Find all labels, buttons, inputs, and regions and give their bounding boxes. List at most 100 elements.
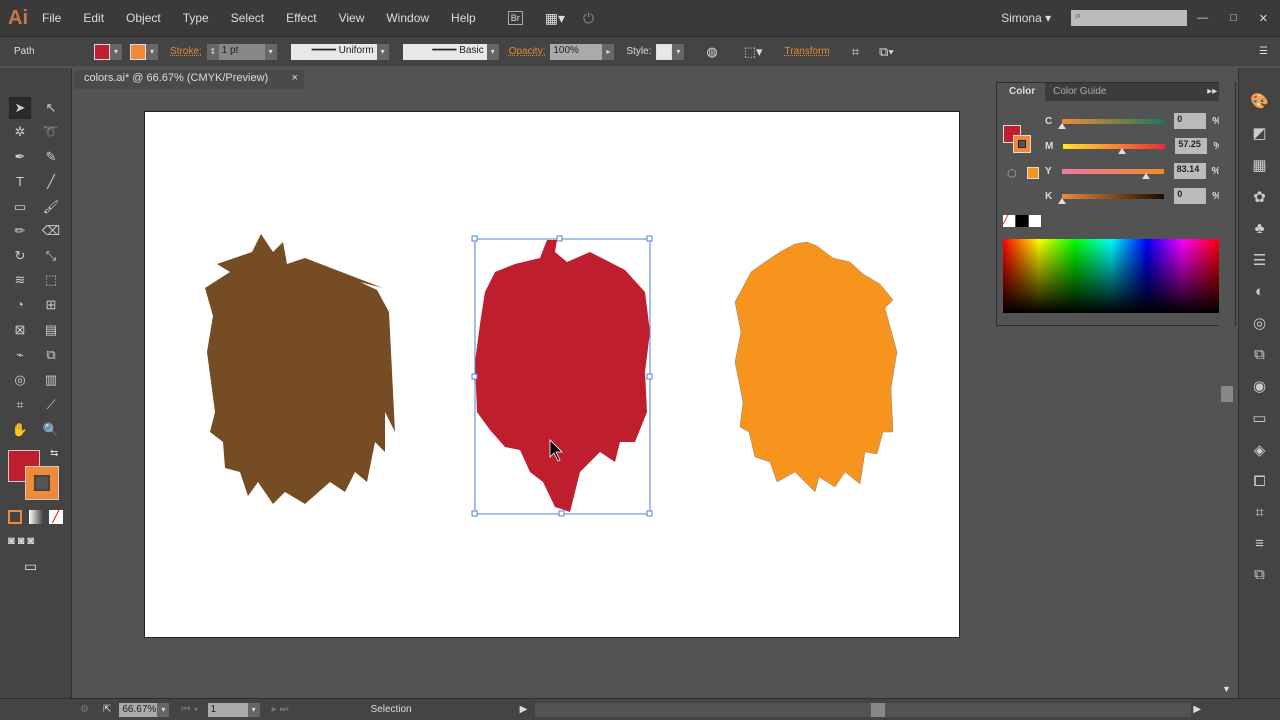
shape-builder-tool[interactable]: ◔ <box>9 294 31 316</box>
menu-help[interactable]: Help <box>451 11 476 25</box>
artboard-dropdown[interactable]: ▾ <box>247 702 260 717</box>
symbols-icon[interactable]: ♣ <box>1255 220 1265 237</box>
horizontal-scrollbar[interactable] <box>535 702 1192 717</box>
paintbrush-tool[interactable]: 🖌 <box>40 196 62 218</box>
c-input[interactable]: 0 <box>1174 113 1207 129</box>
brushes-icon[interactable]: ✿ <box>1253 188 1266 206</box>
mesh-tool[interactable]: ⊠ <box>9 319 31 341</box>
brush-dropdown[interactable]: ▾ <box>486 43 499 60</box>
bridge-icon[interactable]: Br <box>507 11 523 25</box>
workspace-layout-icon[interactable]: ▦▾ <box>545 10 565 27</box>
tab-color-guide[interactable]: Color Guide <box>1045 83 1114 101</box>
rotate-tool[interactable]: ↻ <box>9 245 31 267</box>
white-swatch[interactable] <box>1029 215 1041 227</box>
opacity-input[interactable]: 100% <box>550 43 603 60</box>
artboard[interactable] <box>144 111 960 638</box>
opacity-label[interactable]: Opacity: <box>509 46 546 57</box>
none-mode-button[interactable]: ╱ <box>49 510 63 524</box>
warp-tool[interactable]: ≋ <box>9 269 31 291</box>
stroke-swatch[interactable] <box>130 43 146 60</box>
close-window-button[interactable]: ✕ <box>1259 12 1268 25</box>
first-artboard-button[interactable]: ⏮ ◂ <box>181 704 197 715</box>
y-slider[interactable] <box>1061 168 1164 179</box>
search-input[interactable]: ⌕ <box>1071 10 1188 26</box>
line-tool[interactable]: ╱ <box>40 171 62 193</box>
gradient-mode-button[interactable] <box>29 510 43 524</box>
stroke-stepper[interactable]: ⇕ <box>206 43 219 60</box>
scroll-right-arrow[interactable]: ▶ <box>1193 704 1201 715</box>
graphic-styles-icon[interactable]: ◎ <box>1253 314 1266 332</box>
zoom-dropdown[interactable]: ▾ <box>157 702 170 717</box>
pencil-tool[interactable]: ✏ <box>9 220 31 242</box>
red-hair-shape[interactable] <box>475 240 650 512</box>
c-slider[interactable] <box>1058 118 1165 129</box>
close-tab-button[interactable]: × <box>292 72 298 84</box>
current-tool-status[interactable]: Selection <box>370 704 411 715</box>
eyedropper-tool[interactable]: ⌁ <box>9 344 31 366</box>
open-in-icon[interactable]: ⇱ <box>103 704 111 715</box>
menu-edit[interactable]: Edit <box>83 11 104 25</box>
recolor-artwork-icon[interactable]: ◍ <box>706 44 717 60</box>
artboard-tool[interactable]: ⌗ <box>9 394 31 416</box>
stroke-label[interactable]: Stroke: <box>170 46 202 57</box>
stroke-color-box[interactable] <box>25 466 59 500</box>
scroll-down-arrow[interactable]: ▼ <box>1222 684 1231 694</box>
color-spectrum[interactable] <box>1003 239 1219 313</box>
style-swatch[interactable] <box>656 43 673 60</box>
scale-tool[interactable]: ⤡ <box>40 245 62 267</box>
column-graph-tool[interactable]: ▥ <box>40 369 62 391</box>
layers-icon[interactable]: ◈ <box>1254 441 1266 459</box>
align-panel-icon[interactable]: ≡ <box>1255 535 1264 552</box>
transform-panel-icon[interactable]: ⌗ <box>1255 504 1263 521</box>
artboards-panel-icon[interactable]: ⧠ <box>1253 473 1265 490</box>
stroke-dropdown[interactable]: ▾ <box>146 43 158 60</box>
out-of-web-gamut-icon[interactable]: ⬡ <box>1007 167 1017 180</box>
zoom-tool[interactable]: 🔍 <box>40 419 62 441</box>
direct-selection-tool[interactable]: ↖ <box>40 97 62 119</box>
fill-swatch[interactable] <box>94 43 110 60</box>
user-menu[interactable]: Simona ▾ <box>1001 11 1051 25</box>
lasso-tool[interactable]: ➰ <box>40 121 62 143</box>
hand-tool[interactable]: ✋ <box>9 419 31 441</box>
menu-type[interactable]: Type <box>183 11 209 25</box>
libraries-icon[interactable]: ◉ <box>1253 377 1266 395</box>
color-panel-icon[interactable]: 🎨 <box>1250 92 1269 110</box>
menu-select[interactable]: Select <box>231 11 264 25</box>
links-icon[interactable]: ⧉ <box>1254 346 1265 363</box>
magic-wand-tool[interactable]: ✲ <box>9 121 31 143</box>
artboard-input[interactable]: 1 <box>207 702 248 717</box>
k-slider[interactable] <box>1058 193 1165 204</box>
arrange-icon[interactable]: ⧉▾ <box>879 44 894 60</box>
scroll-thumb[interactable] <box>1221 386 1233 402</box>
fill-dropdown[interactable]: ▾ <box>110 43 122 60</box>
draw-mode-icon[interactable]: ◙ ◙ ◙ <box>8 535 34 547</box>
style-dropdown[interactable]: ▾ <box>672 43 685 60</box>
appearance-icon[interactable]: ◐ <box>1255 283 1264 300</box>
stroke-weight-dropdown[interactable]: ▾ <box>264 43 277 60</box>
sync-icon[interactable]: ⏻ <box>583 10 594 27</box>
zoom-input[interactable]: 66.67% <box>119 702 158 717</box>
menu-view[interactable]: View <box>339 11 365 25</box>
transform-link[interactable]: Transform <box>785 46 830 57</box>
slice-tool[interactable]: ⟋ <box>40 394 62 416</box>
tab-color[interactable]: Color <box>997 83 1046 101</box>
m-slider[interactable] <box>1063 143 1166 154</box>
color-mode-button[interactable] <box>8 510 22 524</box>
selection-tool[interactable]: ➤ <box>9 97 31 119</box>
menu-file[interactable]: File <box>42 11 61 25</box>
menu-window[interactable]: Window <box>386 11 429 25</box>
type-tool[interactable]: T <box>9 171 31 193</box>
y-input[interactable]: 83.14 <box>1173 163 1206 179</box>
pen-tool[interactable]: ✒ <box>9 146 31 168</box>
menu-object[interactable]: Object <box>126 11 161 25</box>
pathfinder-icon[interactable]: ⧉ <box>1254 566 1265 583</box>
variable-width-profile[interactable]: ━━━━ Uniform <box>290 43 377 60</box>
stroke-panel-icon[interactable]: ☰ <box>1253 251 1266 269</box>
brush-definition[interactable]: ━━━━ Basic <box>402 43 487 60</box>
minimize-button[interactable]: — <box>1197 12 1208 24</box>
vertical-scrollbar[interactable]: ▼ <box>1219 68 1235 698</box>
swatches-icon[interactable]: ▦ <box>1252 156 1266 174</box>
web-color-swatch[interactable] <box>1027 167 1039 179</box>
symbol-sprayer-tool[interactable]: ◎ <box>9 369 31 391</box>
isolate-icon[interactable]: ⌗ <box>852 44 859 60</box>
